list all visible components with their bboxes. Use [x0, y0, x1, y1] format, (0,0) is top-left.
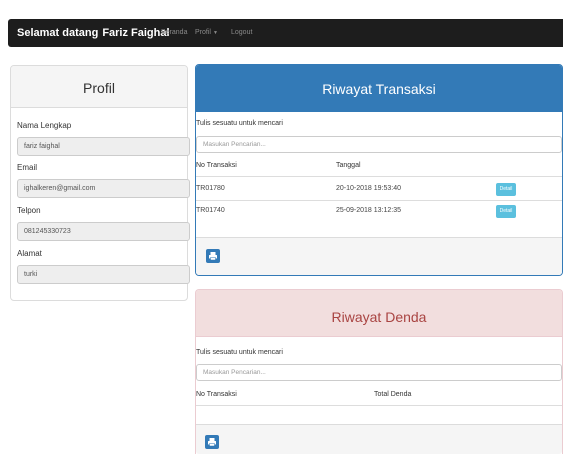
- field-label-nama: Nama Lengkap: [17, 121, 72, 130]
- username-text: Fariz Faighal: [102, 27, 170, 39]
- transaksi-col-no: No Transaksi: [196, 162, 237, 169]
- detail-button[interactable]: Detail: [496, 183, 516, 196]
- transaksi-panel-heading: Riwayat Transaksi: [196, 65, 562, 112]
- denda-print-button[interactable]: [205, 435, 219, 449]
- telpon-field[interactable]: 081245330723: [17, 222, 190, 241]
- nav-link-logout[interactable]: Logout: [231, 29, 252, 36]
- divider: [196, 405, 562, 406]
- transaksi-no: TR01740: [196, 207, 225, 214]
- riwayat-transaksi-panel: Riwayat Transaksi Tulis sesuatu untuk me…: [195, 64, 563, 276]
- nav-link-profil[interactable]: Profil ▼: [195, 29, 218, 36]
- riwayat-denda-panel: Riwayat Denda Tulis sesuatu untuk mencar…: [195, 289, 563, 454]
- nav-link-beranda[interactable]: Beranda: [161, 29, 187, 36]
- field-label-telpon: Telpon: [17, 206, 41, 215]
- denda-search-input[interactable]: Masukan Pencarian...: [196, 364, 562, 381]
- denda-col-no: No Transaksi: [196, 391, 237, 398]
- transaksi-tanggal: 20-10-2018 19:53:40: [336, 185, 401, 192]
- print-icon: [209, 252, 217, 261]
- navbar-brand[interactable]: Selamat datang Fariz Faighal: [17, 27, 170, 39]
- denda-panel-heading: Riwayat Denda: [196, 290, 562, 337]
- print-icon: [208, 438, 216, 447]
- top-navbar: Selamat datang Fariz Faighal Beranda Prof…: [8, 19, 563, 47]
- transaksi-no: TR01780: [196, 185, 225, 192]
- transaksi-print-button[interactable]: [206, 249, 220, 263]
- divider: [196, 200, 562, 201]
- denda-search-label: Tulis sesuatu untuk mencari: [196, 349, 283, 356]
- profil-panel: Profil Nama Lengkap fariz faighal Email …: [10, 65, 190, 301]
- nama-field[interactable]: fariz faighal: [17, 137, 190, 156]
- email-field[interactable]: ighalkeren@gmail.com: [17, 179, 190, 198]
- profil-title: Profil: [83, 80, 115, 96]
- denda-panel-footer: [196, 424, 562, 454]
- denda-col-total: Total Denda: [374, 391, 412, 398]
- divider: [196, 176, 562, 177]
- transaksi-title: Riwayat Transaksi: [322, 81, 436, 97]
- profil-panel-heading: Profil: [11, 66, 187, 108]
- transaksi-tanggal: 25-09-2018 13:12:35: [336, 207, 401, 214]
- nav-link-profil-label: Profil: [195, 29, 211, 36]
- transaksi-panel-footer: [196, 237, 562, 275]
- transaksi-search-label: Tulis sesuatu untuk mencari: [196, 120, 283, 127]
- alamat-field[interactable]: turki: [17, 265, 190, 284]
- detail-button[interactable]: Detail: [496, 205, 516, 218]
- denda-title: Riwayat Denda: [331, 309, 427, 325]
- transaksi-col-tanggal: Tanggal: [336, 162, 361, 169]
- chevron-down-icon: ▼: [212, 30, 218, 36]
- greeting-text: Selamat datang: [17, 27, 99, 39]
- field-label-alamat: Alamat: [17, 249, 42, 258]
- transaksi-search-input[interactable]: Masukan Pencarian...: [196, 136, 562, 153]
- field-label-email: Email: [17, 163, 38, 172]
